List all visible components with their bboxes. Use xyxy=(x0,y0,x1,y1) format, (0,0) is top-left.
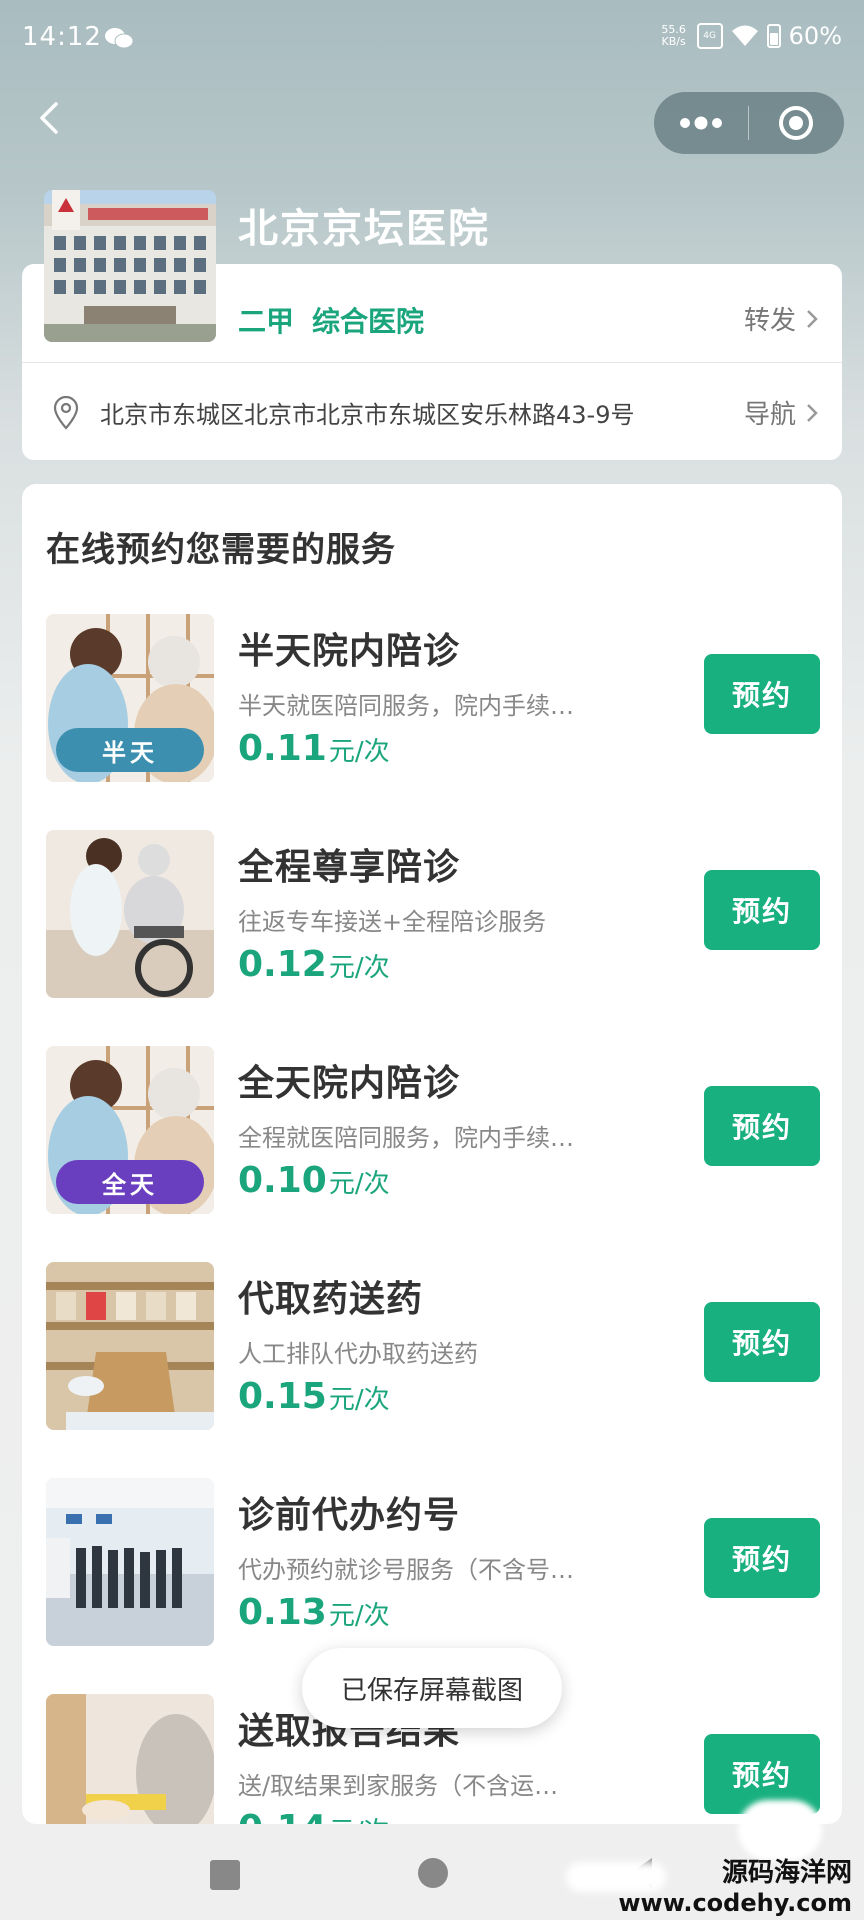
price-value: 0.12 xyxy=(238,944,327,985)
book-button[interactable]: 预约 xyxy=(704,1302,820,1382)
service-image: 半天 xyxy=(46,614,214,782)
navigate-button[interactable]: 导航 xyxy=(744,394,818,431)
service-price: 0.10 元/次 xyxy=(238,1160,390,1201)
battery-percent: 60% xyxy=(788,22,842,50)
price-unit: 元/次 xyxy=(328,1601,390,1631)
forward-label: 转发 xyxy=(743,306,796,336)
book-button[interactable]: 预约 xyxy=(704,1518,820,1598)
services-title: 在线预约您需要的服务 xyxy=(46,530,396,570)
chevron-right-icon xyxy=(807,403,818,422)
service-item[interactable]: 全程尊享陪诊 往返专车接送+全程陪诊服务 0.12 元/次 预约 xyxy=(22,830,842,1046)
wifi-icon xyxy=(731,25,758,46)
service-name: 诊前代办约号 xyxy=(238,1495,461,1536)
service-image xyxy=(46,1478,214,1646)
service-image xyxy=(46,1694,214,1824)
price-value: 0.13 xyxy=(238,1592,327,1633)
battery-icon xyxy=(766,24,781,48)
service-name: 全程尊享陪诊 xyxy=(238,847,461,888)
price-unit: 元/次 xyxy=(328,1169,390,1199)
more-button[interactable] xyxy=(654,92,748,154)
sim-icon: 4G xyxy=(696,23,723,49)
grade-tag: 二甲 xyxy=(238,305,295,338)
service-name: 代取药送药 xyxy=(238,1279,424,1320)
price-value: 0.10 xyxy=(238,1160,327,1201)
forward-button[interactable]: 转发 xyxy=(744,300,818,337)
service-item[interactable]: 代取药送药 人工排队代办取药送药 0.15 元/次 预约 xyxy=(22,1262,842,1478)
divider xyxy=(22,362,842,363)
hospital-name: 北京京坛医院 xyxy=(238,206,490,252)
service-desc: 代办预约就诊号服务（不含号… xyxy=(238,1556,574,1584)
service-name: 全天院内陪诊 xyxy=(238,1063,461,1104)
status-bar: 14:12 55.6 KB/s 4G 60% xyxy=(0,0,864,80)
service-item[interactable]: 半天 半天院内陪诊 半天就医陪同服务，院内手续… 0.11 元/次 预约 xyxy=(22,614,842,830)
watermark: 源码海洋网 www.codehy.com xyxy=(618,1858,852,1918)
price-unit: 元/次 xyxy=(328,737,390,767)
service-price: 0.11 元/次 xyxy=(238,728,390,769)
service-name: 半天院内陪诊 xyxy=(238,631,461,672)
close-miniprogram-button[interactable] xyxy=(749,92,843,154)
services-card: 在线预约您需要的服务 半天 半天院内陪诊 半天就医陪同服务，院内手续… 0.11… xyxy=(22,484,842,1824)
book-button[interactable]: 预约 xyxy=(704,1086,820,1166)
navigate-label: 导航 xyxy=(743,400,796,430)
wechat-icon xyxy=(105,28,134,49)
service-image xyxy=(46,1262,214,1430)
book-button[interactable]: 预约 xyxy=(704,654,820,734)
net-speed: 55.6 KB/s xyxy=(661,23,686,48)
service-list: 半天 半天院内陪诊 半天就医陪同服务，院内手续… 0.11 元/次 预约 全程尊… xyxy=(22,614,842,1824)
service-image: 全天 xyxy=(46,1046,214,1214)
price-value: 0.15 xyxy=(238,1376,327,1417)
service-badge: 全天 xyxy=(56,1160,204,1204)
service-image xyxy=(46,830,214,998)
watermark-smudge xyxy=(738,1800,822,1860)
service-price: 0.15 元/次 xyxy=(238,1376,390,1417)
screenshot-saved-toast: 已保存屏幕截图 xyxy=(302,1648,562,1728)
watermark-url: www.codehy.com xyxy=(618,1889,852,1917)
home-icon[interactable] xyxy=(418,1858,448,1888)
price-unit: 元/次 xyxy=(328,1385,390,1415)
service-desc: 往返专车接送+全程陪诊服务 xyxy=(238,908,547,936)
more-dots-icon xyxy=(680,116,722,130)
watermark-cn: 源码海洋网 xyxy=(721,1858,852,1888)
hospital-tags: 二甲 综合医院 xyxy=(238,300,424,340)
service-desc: 半天就医陪同服务，院内手续… xyxy=(238,692,574,720)
service-badge: 半天 xyxy=(56,728,204,772)
book-button[interactable]: 预约 xyxy=(704,870,820,950)
address-row: 北京市东城区北京市北京市东城区安乐林路43-9号 导航 xyxy=(52,394,818,431)
service-item[interactable]: 全天 全天院内陪诊 全程就医陪同服务，院内手续… 0.10 元/次 预约 xyxy=(22,1046,842,1262)
price-value: 0.11 xyxy=(238,728,327,769)
hospital-address: 北京市东城区北京市北京市东城区安乐林路43-9号 xyxy=(100,401,635,429)
price-unit: 元/次 xyxy=(329,1811,390,1824)
hospital-photo xyxy=(44,190,216,342)
type-tag: 综合医院 xyxy=(312,305,425,338)
service-price: 0.12 元/次 xyxy=(238,944,390,985)
service-desc: 人工排队代办取药送药 xyxy=(238,1340,478,1368)
recent-apps-icon[interactable] xyxy=(210,1860,240,1890)
chevron-right-icon xyxy=(807,309,818,328)
price-unit: 元/次 xyxy=(328,953,390,983)
service-price: 0.13 元/次 xyxy=(238,1592,390,1633)
status-time: 14:12 xyxy=(22,22,102,52)
target-close-icon xyxy=(779,106,813,140)
price-value: 0.14 xyxy=(238,1808,327,1824)
service-price: 0.14 元/次 xyxy=(238,1808,390,1824)
service-desc: 全程就医陪同服务，院内手续… xyxy=(238,1124,574,1152)
back-icon[interactable] xyxy=(30,98,70,138)
service-desc: 送/取结果到家服务（不含运… xyxy=(238,1772,559,1800)
location-pin-icon xyxy=(53,395,79,430)
miniprogram-capsule xyxy=(654,92,844,154)
